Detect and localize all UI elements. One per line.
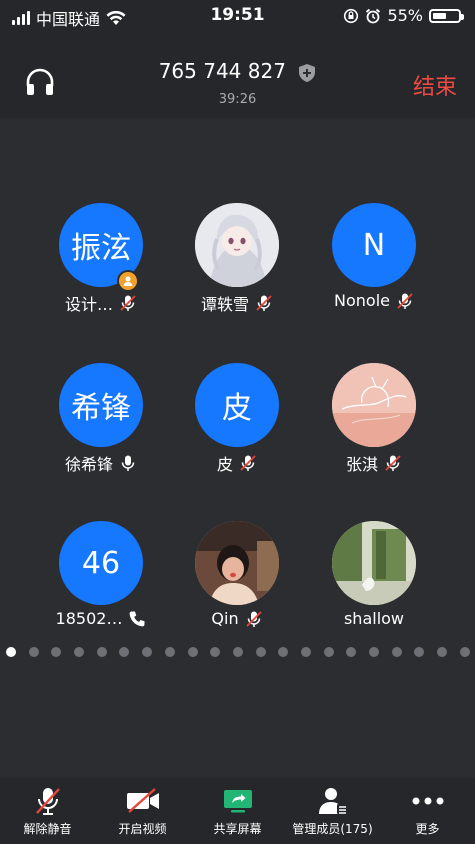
participant-name: shallow xyxy=(343,609,405,628)
page-dot[interactable] xyxy=(142,647,153,657)
page-dot[interactable] xyxy=(346,647,357,657)
avatar: 希锋 xyxy=(59,363,143,447)
phone-icon xyxy=(130,611,145,626)
share-screen-icon xyxy=(223,790,252,813)
participant-tile[interactable]: 张淇 xyxy=(299,278,449,474)
alarm-icon xyxy=(366,8,381,23)
status-bar: 中国联通 19:51 55% xyxy=(0,0,475,32)
mic-muted-icon xyxy=(35,788,60,815)
participant-tile[interactable]: 谭轶雪 xyxy=(162,118,312,314)
participant-tile[interactable]: 皮 皮 xyxy=(162,278,312,474)
battery-icon xyxy=(429,8,464,23)
members-icon xyxy=(318,788,348,814)
participant-tile[interactable]: shallow xyxy=(299,436,449,628)
participant-tile[interactable]: 46 18502… xyxy=(26,436,176,628)
page-dot[interactable] xyxy=(164,647,175,657)
participant-name: 18502… xyxy=(55,609,123,628)
more-label: 更多 xyxy=(415,822,440,836)
page-dot[interactable] xyxy=(369,647,379,657)
page-dot[interactable] xyxy=(74,647,85,657)
start-video-button[interactable]: 开启视频 xyxy=(95,778,190,844)
avatar-image xyxy=(332,363,416,447)
page-dot[interactable] xyxy=(391,647,402,657)
page-dot[interactable] xyxy=(119,647,130,657)
meeting-header: 765 744 827 39:26 结束 xyxy=(0,32,475,118)
participant-tile[interactable]: 希锋 徐希锋 xyxy=(26,278,176,474)
participant-tile[interactable]: Qin xyxy=(162,436,312,628)
unmute-button[interactable]: 解除静音 xyxy=(0,778,95,844)
page-dot[interactable] xyxy=(232,647,243,657)
participant-name: Qin xyxy=(211,609,239,628)
avatar-image xyxy=(332,521,416,605)
page-dot[interactable] xyxy=(437,647,448,657)
participant-tile[interactable]: N Nonole xyxy=(299,118,449,310)
manage-members-label: 管理成员(175) xyxy=(292,822,373,836)
page-dot[interactable] xyxy=(28,647,39,657)
page-dot[interactable] xyxy=(255,647,266,657)
page-indicator[interactable] xyxy=(6,647,470,657)
photo-avatar-image xyxy=(195,521,279,605)
status-right: 55% xyxy=(343,6,464,25)
avatar-image xyxy=(195,521,279,605)
page-dot[interactable] xyxy=(459,647,470,657)
shield-icon xyxy=(299,63,316,82)
more-button[interactable]: 更多 xyxy=(380,778,475,844)
page-dot[interactable] xyxy=(300,647,311,657)
anime-avatar-image xyxy=(195,203,279,287)
page-dot[interactable] xyxy=(278,647,289,657)
page-dot[interactable] xyxy=(323,647,334,657)
avatar-image xyxy=(195,203,279,287)
manage-members-button[interactable]: 管理成员(175) xyxy=(285,778,380,844)
page-dot[interactable] xyxy=(414,647,425,657)
participant-name-row: shallow xyxy=(299,609,449,628)
avatar: N xyxy=(332,203,416,287)
page-dot-active[interactable] xyxy=(6,647,16,657)
meeting-id: 765 744 827 xyxy=(158,59,286,83)
meeting-id-row[interactable]: 765 744 827 xyxy=(0,59,475,83)
participant-name-row: Qin xyxy=(162,609,312,628)
page-dot[interactable] xyxy=(187,647,198,657)
share-screen-label: 共享屏幕 xyxy=(213,822,262,836)
participant-name-row: 18502… xyxy=(26,609,176,628)
battery-percent: 55% xyxy=(387,6,423,25)
share-screen-button[interactable]: 共享屏幕 xyxy=(190,778,285,844)
start-video-label: 开启视频 xyxy=(118,822,167,836)
more-dots-icon xyxy=(412,797,443,805)
rotation-lock-icon xyxy=(344,8,359,23)
unmute-label: 解除静音 xyxy=(23,822,72,836)
end-meeting-button[interactable]: 结束 xyxy=(413,69,457,101)
avatar: 皮 xyxy=(195,363,279,447)
page-dot[interactable] xyxy=(51,647,62,657)
sketch-avatar-image xyxy=(332,363,416,447)
page-dot[interactable] xyxy=(210,647,221,657)
mic-muted-icon xyxy=(245,610,262,627)
meeting-duration: 39:26 xyxy=(218,92,257,107)
avatar: 46 xyxy=(59,521,143,605)
bottom-toolbar: 解除静音 开启视频 共享屏幕 管理成员(175) 更多 xyxy=(0,778,475,844)
video-off-icon xyxy=(126,788,159,813)
garden-avatar-image xyxy=(332,521,416,605)
participant-grid: 振泫 设计… 谭轶雪 N Nonole 希锋 徐希锋 皮 皮 张淇 46 185… xyxy=(0,118,475,638)
page-dot[interactable] xyxy=(96,647,107,657)
participant-tile[interactable]: 振泫 设计… xyxy=(26,118,176,314)
